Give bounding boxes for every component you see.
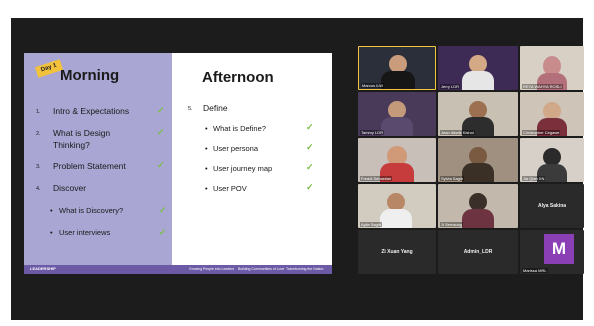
- participant-name: Sylvia Sagib: [440, 176, 465, 181]
- participant-tile[interactable]: Zi Xuan Yang: [358, 230, 436, 274]
- footer-text: Building Communities of Love: [238, 267, 285, 271]
- agenda-subitem: What is Define?: [213, 124, 266, 133]
- check-icon: ✓: [157, 105, 165, 115]
- agenda-number: 4.: [36, 186, 41, 192]
- check-icon: ✓: [159, 205, 167, 215]
- participant-display-name: Admin_LDR: [463, 249, 493, 255]
- check-icon: ✓: [159, 227, 167, 237]
- participant-name: Aylia Sagib: [360, 222, 382, 227]
- participant-tile[interactable]: Freddi Sebastian: [358, 138, 436, 182]
- participant-name: Freddi Sebastian: [360, 176, 393, 181]
- agenda-item: Thinking?: [53, 140, 90, 150]
- participant-name: REYA WAHYA ROSLI: [522, 84, 563, 89]
- check-icon: ✓: [157, 160, 165, 170]
- check-icon: ✓: [306, 142, 314, 152]
- participant-name: Jean dikwik Kishol: [440, 130, 475, 135]
- bullet: •: [50, 206, 53, 215]
- footer-text: Transforming the Nation: [286, 267, 324, 271]
- participant-name: Jia Qian XN: [522, 176, 546, 181]
- participant-name: Marcus ILW: [361, 83, 385, 88]
- participant-name: Christopher Cegawe: [522, 130, 561, 135]
- participant-tile[interactable]: Jerry LDR: [438, 46, 518, 90]
- slide-footer: LEADERSHIP Growing People into Leaders B…: [24, 265, 332, 274]
- check-icon: ✓: [306, 122, 314, 132]
- participant-tile[interactable]: Alya Sakina: [520, 184, 584, 228]
- agenda-item: Intro & Expectations: [53, 106, 130, 116]
- agenda-subitem: What is Discovery?: [59, 206, 124, 215]
- participant-name: Marissa MRL: [522, 268, 548, 273]
- footer-logo: LEADERSHIP: [30, 266, 56, 271]
- footer-text: Growing People into Leaders: [189, 267, 235, 271]
- agenda-subitem: User journey map: [213, 164, 273, 173]
- shared-slide: Day 1 Morning Afternoon 1. Intro & Expec…: [24, 53, 332, 274]
- agenda-number: 2.: [36, 131, 41, 137]
- participant-tile[interactable]: Jia Qian XN: [520, 138, 584, 182]
- agenda-subitem: User POV: [213, 184, 247, 193]
- afternoon-title: Afternoon: [202, 69, 274, 86]
- agenda-number: 5.: [188, 106, 193, 112]
- check-icon: ✓: [306, 182, 314, 192]
- participant-display-name: Zi Xuan Yang: [381, 249, 413, 255]
- participant-tile[interactable]: Sylvia Sagib: [438, 138, 518, 182]
- participant-tile[interactable]: Ji Sernsung: [438, 184, 518, 228]
- agenda-item: Define: [203, 103, 228, 113]
- avatar: M: [544, 234, 574, 264]
- bullet: •: [205, 164, 208, 173]
- participant-name: Ji Sernsung: [440, 222, 464, 227]
- participant-name: Tammy LDR: [360, 130, 385, 135]
- participant-display-name: Alya Sakina: [537, 203, 567, 209]
- agenda-subitem: User persona: [213, 144, 259, 153]
- check-icon: ✓: [157, 127, 165, 137]
- agenda-item: What is Design: [53, 128, 111, 138]
- bullet: •: [205, 184, 208, 193]
- participant-tile[interactable]: Tammy LDR: [358, 92, 436, 136]
- participant-tile[interactable]: Aylia Sagib: [358, 184, 436, 228]
- participant-tile[interactable]: Marcus ILW: [358, 46, 436, 90]
- participant-tile[interactable]: REYA WAHYA ROSLI: [520, 46, 584, 90]
- zoom-meeting-window: Day 1 Morning Afternoon 1. Intro & Expec…: [11, 18, 584, 320]
- morning-title: Morning: [60, 67, 120, 84]
- bullet: •: [205, 124, 208, 133]
- agenda-item: Discover: [53, 183, 87, 193]
- agenda-subitem: User interviews: [59, 228, 111, 237]
- agenda-number: 1.: [36, 109, 41, 115]
- bullet: •: [50, 228, 53, 237]
- participant-tile[interactable]: Admin_LDR: [438, 230, 518, 274]
- participant-name: Jerry LDR: [440, 84, 461, 89]
- participant-tile[interactable]: Jean dikwik Kishol: [438, 92, 518, 136]
- participant-tile[interactable]: M Marissa MRL: [520, 230, 584, 274]
- check-icon: ✓: [306, 162, 314, 172]
- agenda-item: Problem Statement: [53, 161, 126, 171]
- agenda-number: 3.: [36, 164, 41, 170]
- day-badge: Day 1: [34, 59, 64, 78]
- participant-tile[interactable]: Christopher Cegawe: [520, 92, 584, 136]
- bullet: •: [205, 144, 208, 153]
